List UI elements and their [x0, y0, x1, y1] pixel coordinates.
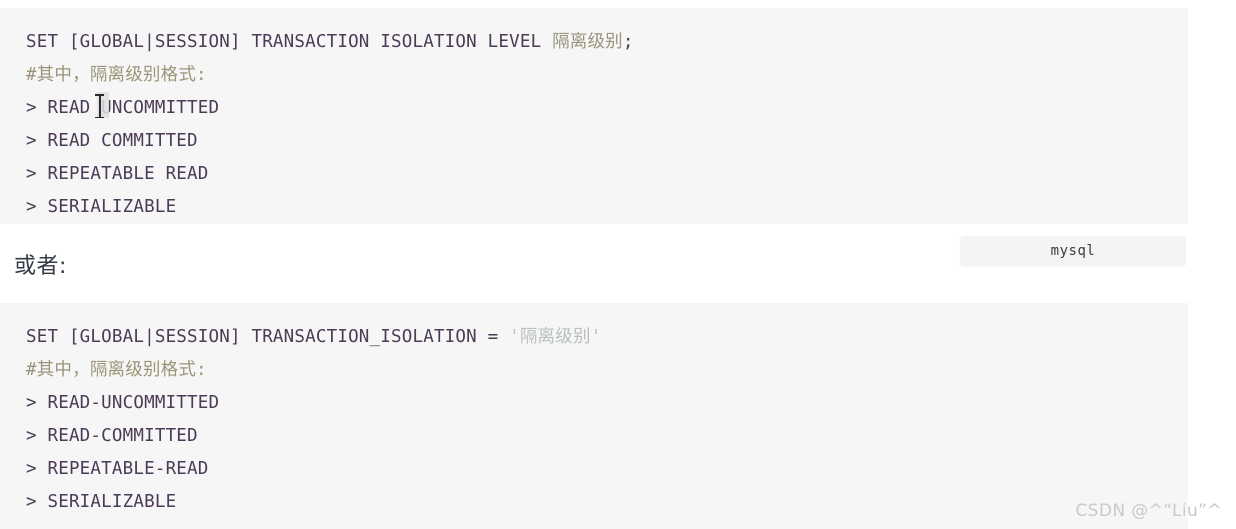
code-token-comment: #其中，隔离级别格式: [26, 65, 207, 85]
page-root: SET [GLOBAL|SESSION] TRANSACTION ISOLATI… [0, 0, 1236, 529]
code-line: #其中，隔离级别格式: [0, 59, 1188, 92]
code-line: #其中，隔离级别格式: [0, 354, 1188, 387]
code-line: > READ-UNCOMMITTED [0, 387, 1188, 420]
code-line: > REPEATABLE-READ [0, 453, 1188, 486]
text-selection-artifact [97, 92, 109, 118]
code-token-string: '隔离级别' [509, 327, 602, 347]
code-token-plain: > READ UNCOMMITTED [26, 98, 220, 118]
code-token-plain: > SERIALIZABLE [26, 492, 177, 512]
code-line: > READ COMMITTED [0, 125, 1188, 158]
code-block-transaction-isolation-variable[interactable]: SET [GLOBAL|SESSION] TRANSACTION_ISOLATI… [0, 303, 1188, 529]
code-line: > REPEATABLE READ [0, 158, 1188, 191]
code-lines: SET [GLOBAL|SESSION] TRANSACTION_ISOLATI… [0, 321, 1188, 519]
code-token-plain: > SERIALIZABLE [26, 197, 177, 217]
code-line: > READ-COMMITTED [0, 420, 1188, 453]
code-line: SET [GLOBAL|SESSION] TRANSACTION_ISOLATI… [0, 321, 1188, 354]
code-token-punct: ; [622, 32, 634, 52]
code-token-plain: SET [GLOBAL|SESSION] TRANSACTION_ISOLATI… [26, 327, 510, 347]
csdn-watermark: CSDN @^“Liu”^ [1075, 501, 1222, 521]
code-block-transaction-isolation-level[interactable]: SET [GLOBAL|SESSION] TRANSACTION ISOLATI… [0, 8, 1188, 224]
paragraph-huozhe: 或者: [14, 254, 67, 279]
code-token-plain: > READ-COMMITTED [26, 426, 198, 446]
code-line: > SERIALIZABLE [0, 191, 1188, 224]
language-label-chip[interactable]: mysql [960, 236, 1186, 266]
language-label-text: mysql [1050, 243, 1096, 259]
code-line: > READ UNCOMMITTED [0, 92, 1188, 125]
code-token-plain: > REPEATABLE READ [26, 164, 209, 184]
code-token-plain: > READ COMMITTED [26, 131, 198, 151]
code-token-plain: > REPEATABLE-READ [26, 459, 209, 479]
code-token-comment: #其中，隔离级别格式: [26, 360, 207, 380]
code-lines: SET [GLOBAL|SESSION] TRANSACTION ISOLATI… [0, 26, 1188, 224]
code-line: SET [GLOBAL|SESSION] TRANSACTION ISOLATI… [0, 26, 1188, 59]
code-token-plain: > READ-UNCOMMITTED [26, 393, 220, 413]
code-line: > SERIALIZABLE [0, 486, 1188, 519]
code-token-plain: SET [GLOBAL|SESSION] TRANSACTION ISOLATI… [26, 32, 553, 52]
code-token-zh: 隔离级别 [552, 32, 623, 52]
